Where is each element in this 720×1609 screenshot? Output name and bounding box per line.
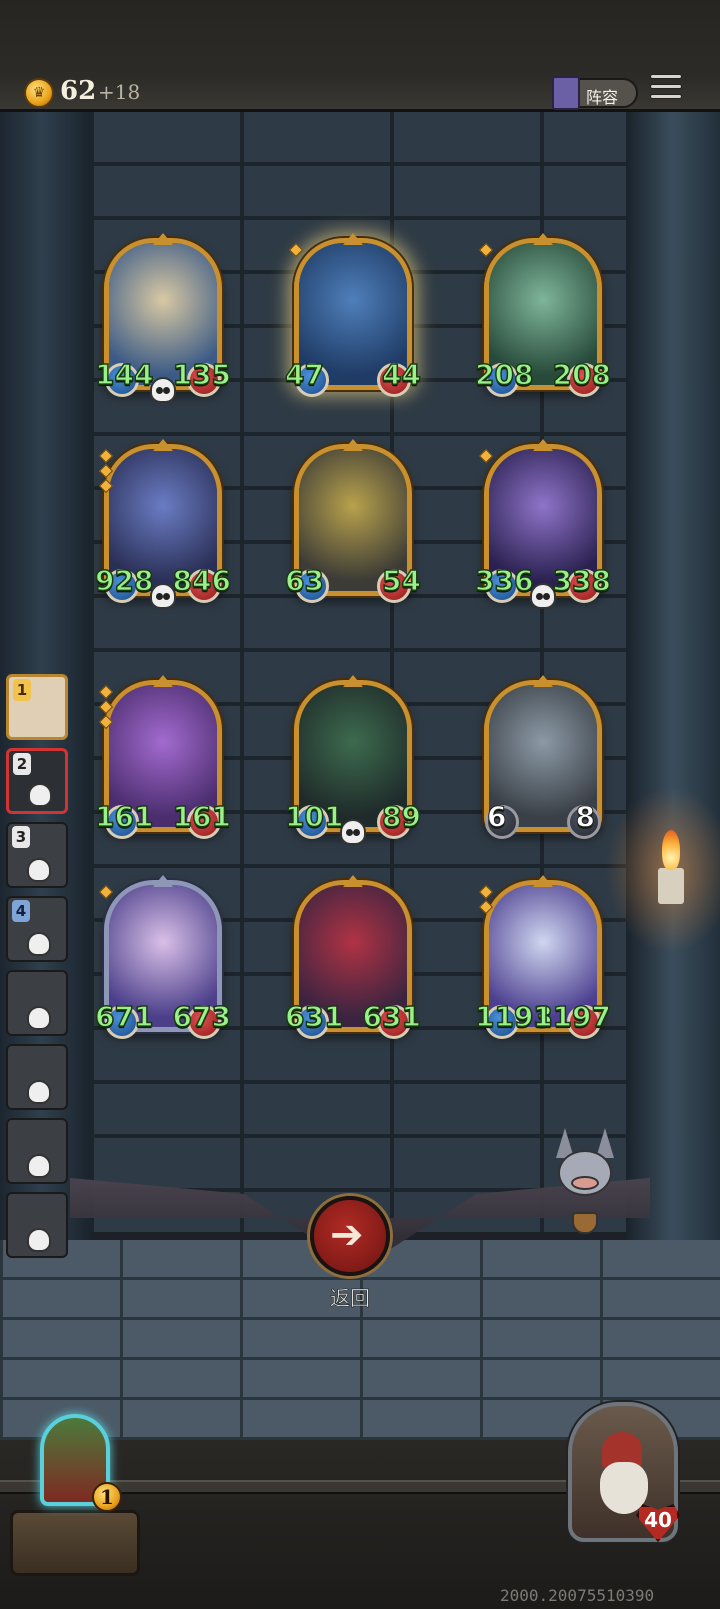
hero-card-robot[interactable]: 63 54	[284, 439, 422, 603]
queue-slot[interactable]	[6, 1118, 68, 1184]
health-value: 1197	[532, 999, 611, 1034]
tier-pips	[288, 242, 304, 260]
gold-coin-icon: ♛	[24, 78, 54, 108]
book-icon	[552, 76, 580, 110]
hero-card-flute-maiden[interactable]: 208 208	[474, 233, 612, 397]
attack-value: 6	[486, 800, 507, 834]
health-value: 208	[552, 357, 612, 392]
skull-icon	[27, 932, 51, 956]
skull-icon	[27, 1080, 51, 1104]
tier-pips	[478, 448, 494, 466]
tier-pips	[98, 684, 114, 732]
hero-card-jester-elf[interactable]: 47 44	[284, 233, 422, 397]
attack-value: 208	[474, 357, 534, 392]
attack-value: 63	[284, 563, 324, 598]
back-button[interactable]: ➔	[310, 1196, 390, 1276]
lineup-button[interactable]: 阵容	[552, 76, 638, 110]
hero-card-clown[interactable]: 631 631	[284, 875, 422, 1039]
flame-icon	[662, 830, 680, 870]
skull-icon	[27, 1228, 51, 1252]
right-pillar	[626, 112, 720, 1242]
health-value: 631	[362, 999, 422, 1034]
queue-slot[interactable]: 2	[6, 748, 68, 814]
attack-value: 144	[94, 357, 154, 392]
tier-pips	[98, 884, 114, 902]
tier-pips	[478, 884, 494, 917]
attack-value: 631	[284, 999, 344, 1034]
queue-slot[interactable]	[6, 1044, 68, 1110]
attack-value: 47	[284, 357, 324, 392]
attack-value: 101	[284, 799, 344, 834]
attack-value: 161	[94, 799, 154, 834]
skull-icon	[340, 819, 366, 845]
queue-slot[interactable]	[6, 1192, 68, 1258]
tier-pips	[98, 448, 114, 496]
candle-icon	[658, 868, 684, 904]
health-value: 135	[172, 357, 232, 392]
health-value: 338	[552, 563, 612, 598]
skull-icon	[27, 1006, 51, 1030]
health-value: 161	[172, 799, 232, 834]
back-button-label: 返回	[330, 1286, 371, 1311]
hero-card-flower-fairy[interactable]: 671 673	[94, 875, 232, 1039]
health-value: 673	[172, 999, 232, 1034]
skull-icon	[27, 858, 51, 882]
queue-slot[interactable]: 3	[6, 822, 68, 888]
hero-card-king[interactable]: 144 135	[94, 233, 232, 403]
shop-count-badge: 1	[92, 1482, 122, 1512]
shop-pedestal	[10, 1510, 140, 1576]
health-value: 89	[381, 799, 421, 834]
hero-card-moon-witch[interactable]: 336 338	[474, 439, 612, 609]
coin-bonus: +18	[98, 80, 141, 104]
hero-card-snow-maiden[interactable]: 1193 1197	[474, 875, 612, 1039]
skull-icon	[28, 783, 52, 807]
attack-value: 336	[474, 563, 534, 598]
skull-icon	[27, 1154, 51, 1178]
health-value: 846	[172, 563, 232, 598]
health-value: 54	[381, 563, 421, 598]
opponent-queue: 1 2 3 4	[2, 670, 72, 1270]
menu-icon[interactable]	[650, 74, 682, 104]
queue-number: 1	[13, 679, 31, 701]
queue-slot[interactable]	[6, 970, 68, 1036]
health-value: 8	[575, 800, 596, 834]
player-face	[600, 1462, 648, 1514]
attack-value: 671	[94, 999, 154, 1034]
top-bar: ♛ 62 +18 阵容	[0, 0, 720, 112]
bat-mascot[interactable]	[552, 1128, 618, 1238]
shop-button[interactable]: 1	[10, 1414, 140, 1580]
lineup-label: 阵容	[586, 88, 619, 107]
health-value: 44	[381, 357, 421, 392]
attack-value: 928	[94, 563, 154, 598]
hero-card-horned-beast[interactable]: 68	[484, 675, 602, 839]
hero-card-blue-hair-sorceress[interactable]: 928 846	[94, 439, 232, 609]
queue-slot[interactable]: 1	[6, 674, 68, 740]
tier-pips	[478, 242, 494, 260]
coin-count: 62	[60, 76, 97, 106]
queue-slot[interactable]: 4	[6, 896, 68, 962]
hero-card-airship[interactable]: 161 161	[94, 675, 232, 839]
hero-card-tentacle-creature[interactable]: 101 89	[284, 675, 422, 845]
queue-number: 3	[12, 826, 30, 848]
build-number: 2000.20075510390	[500, 1586, 655, 1605]
queue-number: 4	[12, 900, 30, 922]
basket-icon	[572, 1212, 598, 1234]
arrow-left-icon: ➔	[330, 1212, 364, 1258]
queue-number: 2	[13, 753, 31, 775]
player-health: 40	[644, 1508, 672, 1532]
